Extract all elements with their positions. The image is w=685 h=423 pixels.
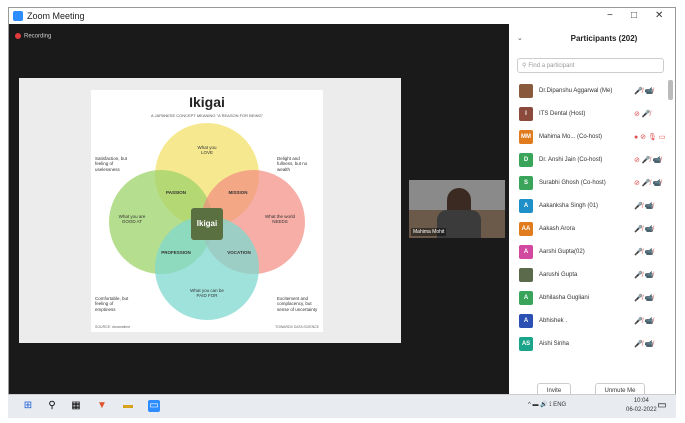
screen-share-area: Ikigai A JAPANESE CONCEPT MEANING "A REA… [19,78,401,343]
mic-video-status-icon[interactable]: 🎤̸ 📹̸ [634,225,653,233]
panel-scrollbar[interactable] [668,80,673,100]
video-participant-name: Mahima Mohit [411,228,447,236]
participant-name: Abhishek . [539,318,568,324]
participant-row[interactable]: MM Mahima Mo... (Co-host) ● ⊘ 🎙 ▭ [509,126,669,149]
participant-list[interactable]: Dr.Dipanshu Aggarwal (Me) 🎤̸ 📹̸ I ITS Denta… [509,80,669,374]
mic-video-status-icon[interactable]: ● ⊘ 🎙 ▭ [634,133,665,141]
brave-browser-icon[interactable]: ▼ [96,400,108,412]
participant-row[interactable]: I ITS Dental (Host) ⊘ 🎤̸ [509,103,669,126]
recording-dot-icon [15,33,21,39]
note-bottom-left: Comfortable, but feeling of emptiness [95,296,129,312]
avatar [519,268,533,282]
search-placeholder: Find a participant [528,63,575,69]
love-label: What you LOVE [197,145,217,156]
search-input[interactable]: ⚲ Find a participant [517,58,664,73]
slide-source-left: SOURCE: dreamstime [95,325,131,329]
ikigai-center-label: Ikigai [196,219,218,228]
participant-name: Dr.Dipanshu Aggarwal (Me) [539,88,613,94]
search-icon: ⚲ [522,63,527,69]
file-explorer-icon[interactable]: ▬ [122,400,134,412]
close-button[interactable]: ✕ [655,10,663,21]
participant-row[interactable]: A Aakanksha Singh (01) 🎤̸ 📹̸ [509,195,669,218]
task-view-icon[interactable]: ▦ [70,400,82,412]
panel-title: Participants (202) [570,34,638,43]
vocation-label: VOCATION [227,250,251,255]
video-tile[interactable]: Mahima Mohit [409,180,505,238]
recording-indicator[interactable]: Recording [15,33,51,40]
panel-header: ⌄ Participants (202) [509,24,675,54]
participant-row[interactable]: A Abhilasha Gugliani 🎤̸ 📹̸ [509,287,669,310]
notifications-icon[interactable]: ▭ [656,400,668,412]
profession-label: PROFESSION [161,250,191,255]
participant-row[interactable]: AA Aakash Arora 🎤̸ 📹̸ [509,218,669,241]
participant-name: Aarshi Gupta(02) [539,249,585,255]
mic-video-status-icon[interactable]: 🎤̸ 📹̸ [634,271,653,279]
participant-name: Dr. Anshi Jain (Co-host) [539,157,603,163]
participant-row[interactable]: A Aarshi Gupta(02) 🎤̸ 📹̸ [509,241,669,264]
search-icon[interactable]: ⚲ [46,400,58,412]
mic-video-status-icon[interactable]: ⊘ 🎤̸ 📹̸ [634,179,661,187]
participant-name: ITS Dental (Host) [539,111,586,117]
participant-name: Mahima Mo... (Co-host) [539,134,603,140]
paid-for-label: What you can be PAID FOR [190,288,224,299]
participant-name: Aishi Sinha [539,341,570,347]
mic-video-status-icon[interactable]: 🎤̸ 📹̸ [634,202,653,210]
mic-video-status-icon[interactable]: 🎤̸ 📹̸ [634,340,653,348]
avatar: MM [519,130,533,144]
avatar: A [519,245,533,259]
note-top-right: Delight and fullness, but no wealth [277,156,308,172]
participant-row[interactable]: D Dr. Anshi Jain (Co-host) ⊘ 🎤̸ 📹̸ [509,149,669,172]
avatar: D [519,153,533,167]
participant-name: Surabhi Ghosh (Co-host) [539,180,606,186]
mic-video-status-icon[interactable]: ⊘ 🎤̸ 📹̸ [634,156,661,164]
recording-label: Recording [24,33,52,40]
clock-time: 10:04 [633,398,649,404]
avatar: I [519,107,533,121]
avatar: AA [519,222,533,236]
note-top-left: Satisfaction, but feeling of uselessness [95,156,128,172]
participant-row[interactable]: A Abhishek . 🎤̸ 📹̸ [509,310,669,333]
minimize-button[interactable]: − [607,10,613,21]
mic-video-status-icon[interactable]: 🎤̸ 📹̸ [634,317,653,325]
mission-label: MISSION [228,190,248,195]
title-bar: Zoom Meeting − □ ✕ [9,8,675,24]
windows-taskbar: ⊞ ⚲ ▦ ▼ ▬ ▭ ^ ▬ 🔊 ⟟ ENG 10:04 06-02-2022… [8,394,676,418]
clock[interactable]: 10:04 06-02-2022 [626,397,657,415]
zoom-window: Zoom Meeting − □ ✕ Recording Ikigai A JA… [8,7,676,417]
chevron-down-icon[interactable]: ⌄ [517,34,523,42]
avatar: A [519,314,533,328]
window-title: Zoom Meeting [27,11,85,21]
note-bottom-right: Excitement and complacency, but sense of… [277,296,318,312]
avatar: A [519,199,533,213]
world-needs-label: What the world NEEDS [264,214,295,225]
participant-name: Aarushi Gupta [539,272,578,278]
mic-video-status-icon[interactable]: 🎤̸ 📹̸ [634,248,653,256]
ikigai-slide: Ikigai A JAPANESE CONCEPT MEANING "A REA… [91,90,323,332]
participant-row[interactable]: S Surabhi Ghosh (Co-host) ⊘ 🎤̸ 📹̸ [509,172,669,195]
mic-video-status-icon[interactable]: 🎤̸ 📹̸ [634,87,653,95]
good-at-label: What you are GOOD AT [118,214,146,225]
zoom-taskbar-icon[interactable]: ▭ [148,400,160,412]
windows-start-icon[interactable]: ⊞ [22,400,34,412]
participant-name: Aakash Arora [539,226,576,232]
system-tray[interactable]: ^ ▬ 🔊 ⟟ ENG [528,401,566,409]
participants-panel: ⌄ Participants (202) ⚲ Find a participant… [509,24,675,408]
avatar [519,84,533,98]
clock-date: 06-02-2022 [626,407,657,413]
participant-name: Aakanksha Singh (01) [539,203,599,209]
passion-label: PASSION [166,190,186,195]
participant-row[interactable]: AS Aishi Sinha 🎤̸ 📹̸ [509,333,669,356]
mic-video-status-icon[interactable]: ⊘ 🎤̸ [634,110,651,118]
zoom-app-icon [13,11,23,21]
mic-video-status-icon[interactable]: 🎤̸ 📹̸ [634,294,653,302]
avatar: S [519,176,533,190]
participant-row[interactable]: Aarushi Gupta 🎤̸ 📹̸ [509,264,669,287]
avatar: A [519,291,533,305]
maximize-button[interactable]: □ [631,10,637,21]
participant-name: Abhilasha Gugliani [539,295,590,301]
participant-row[interactable]: Dr.Dipanshu Aggarwal (Me) 🎤̸ 📹̸ [509,80,669,103]
slide-source-right: TOWARDS DATA SCIENCE [275,325,319,329]
avatar: AS [519,337,533,351]
